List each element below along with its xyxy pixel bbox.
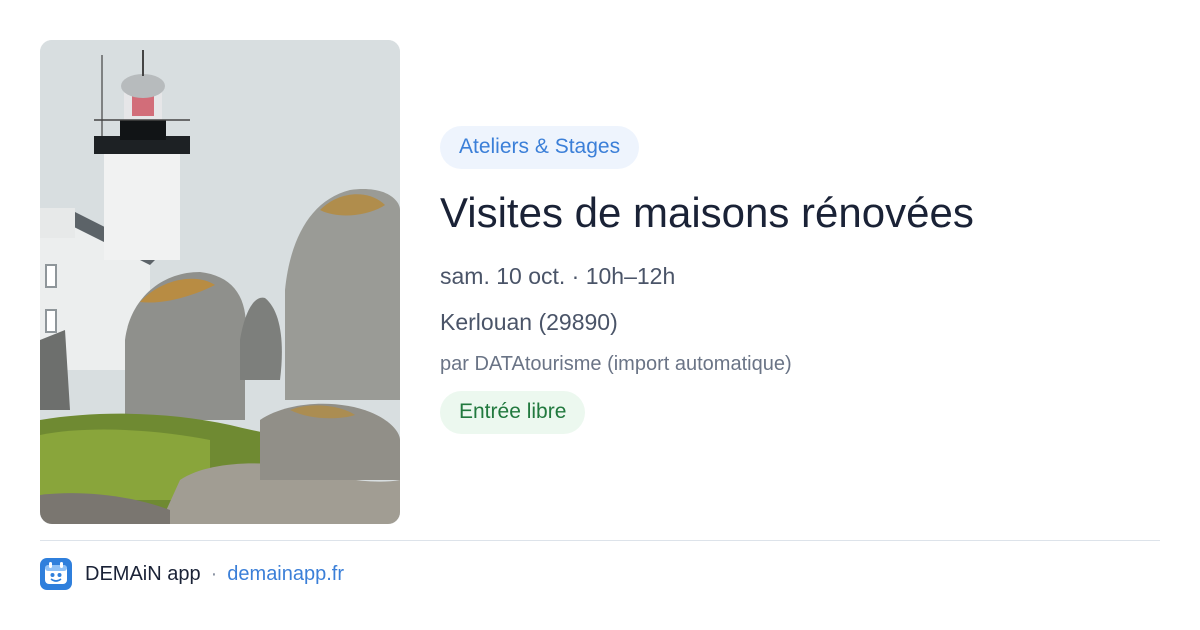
app-name: DEMAiN app	[85, 562, 201, 585]
event-title: Visites de maisons rénovées	[440, 189, 974, 236]
app-url-link[interactable]: demainapp.fr	[227, 563, 344, 586]
category-chip[interactable]: Ateliers & Stages	[440, 126, 640, 169]
footer: DEMAiN app · demainapp.fr	[40, 558, 344, 590]
event-date: sam. 10 oct. · 10h–12h	[440, 263, 676, 290]
footer-divider	[40, 540, 1160, 541]
event-location: Kerlouan (29890)	[440, 309, 618, 336]
event-organizer: par DATAtourisme (import automatique)	[440, 353, 792, 376]
demain-app-logo-icon	[40, 558, 72, 590]
event-details: Ateliers & Stages Visites de maisons rén…	[440, 126, 1160, 435]
footer-separator: ·	[210, 562, 218, 585]
event-image	[40, 40, 400, 524]
price-badge: Entrée libre	[440, 391, 586, 435]
